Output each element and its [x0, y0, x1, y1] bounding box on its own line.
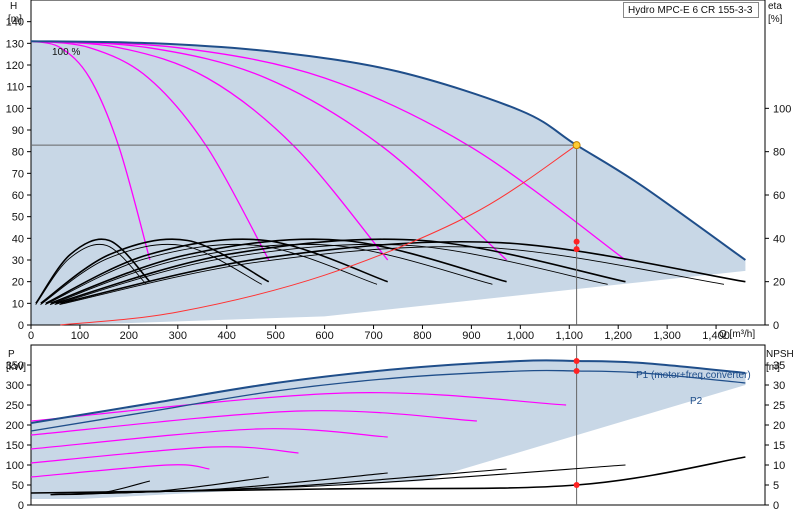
q-axis-unit: Q [m³/h] [719, 329, 755, 340]
duty-point-marker [572, 141, 581, 150]
pump-performance-chart: 0 10 20 30 40 50 60 70 80 90 100 110 120 130 140 0 20 40 6… [0, 0, 800, 520]
q-x-tick-label: 700 [364, 330, 382, 342]
head-y-tick-label: 70 [12, 168, 24, 180]
q-x-tick-label: 1,100 [556, 330, 584, 342]
q-x-tick-label: 100 [71, 330, 89, 342]
head-y-tick-label: 60 [12, 190, 24, 202]
head-y-tick-label: 30 [12, 255, 24, 267]
head-y-tick-label: 20 [12, 277, 24, 289]
series-label-p1: P1 (motor+freq.converter) [636, 370, 751, 381]
eta-marker-1 [573, 246, 580, 253]
power-y-tick-label: 200 [6, 420, 24, 432]
npsh-y-tick-label: 20 [773, 420, 785, 432]
npsh-y-tick-label: 15 [773, 440, 785, 452]
chart-title: Hydro MPC-E 6 CR 155-3-3 [623, 2, 759, 18]
eta-y-tick-label: 0 [773, 320, 779, 332]
power-marker-1 [573, 368, 580, 374]
eta-y-tick-label: 80 [773, 147, 785, 159]
power-y-tick-label: 250 [6, 400, 24, 412]
power-y-tick-label: 300 [6, 380, 24, 392]
power-axis-label: P [8, 349, 15, 360]
q-x-tick-label: 400 [218, 330, 236, 342]
head-y-tick-label: 130 [6, 38, 24, 50]
power-y-tick-label: 0 [18, 500, 24, 512]
q-x-tick-label: 800 [413, 330, 431, 342]
head-y-tick-label: 0 [18, 320, 24, 332]
head-y-tick-label: 100 [6, 103, 24, 115]
head-y-tick-label: 120 [6, 60, 24, 72]
q-x-tick-label: 1,000 [507, 330, 535, 342]
power-axis-unit: [kW] [6, 362, 26, 373]
q-x-tick-label: 300 [169, 330, 187, 342]
power-y-tick-label: 100 [6, 460, 24, 472]
eta-y-tick-label: 60 [773, 190, 785, 202]
head-y-tick-label: 50 [12, 212, 24, 224]
power-y-tick-label: 150 [6, 440, 24, 452]
eta-axis-label: eta [768, 1, 782, 12]
eta-y-tick-label: 20 [773, 277, 785, 289]
eta-y-tick-label: 40 [773, 233, 785, 245]
series-label-p2: P2 [690, 396, 703, 407]
power-marker-2 [573, 482, 580, 488]
eta-axis-unit: [%] [768, 14, 783, 25]
npsh-axis-unit: [m] [766, 362, 780, 373]
head-y-tick-label: 110 [6, 82, 24, 94]
npsh-y-tick-label: 25 [773, 400, 785, 412]
q-x-tick-label: 1,300 [653, 330, 681, 342]
eta-y-tick-label: 100 [773, 103, 791, 115]
npsh-y-tick-label: 30 [773, 380, 785, 392]
power-marker-0 [573, 358, 580, 364]
npsh-y-tick-label: 5 [773, 480, 779, 492]
head-y-tick-label: 90 [12, 125, 24, 137]
q-x-tick-label: 1,200 [604, 330, 632, 342]
power-y-tick-label: 50 [12, 480, 24, 492]
head-y-tick-label: 10 [12, 298, 24, 310]
q-x-tick-label: 900 [462, 330, 480, 342]
speed-annotation: 100 % [52, 47, 80, 58]
q-x-tick-label: 500 [266, 330, 284, 342]
npsh-axis-label: NPSH [766, 349, 794, 360]
npsh-y-tick-label: 10 [773, 460, 785, 472]
npsh-y-tick-label: 0 [773, 500, 779, 512]
eta-marker-0 [573, 238, 580, 245]
q-x-tick-label: 600 [315, 330, 333, 342]
head-axis-label: H [10, 1, 17, 12]
head-y-tick-label: 80 [12, 147, 24, 159]
q-x-tick-label: 200 [120, 330, 138, 342]
head-y-tick-label: 40 [12, 233, 24, 245]
chart-canvas: 0102030405060708090100110120130140020406… [6, 0, 794, 512]
q-x-tick-label: 0 [28, 330, 34, 342]
head-axis-unit: [m] [8, 14, 22, 25]
